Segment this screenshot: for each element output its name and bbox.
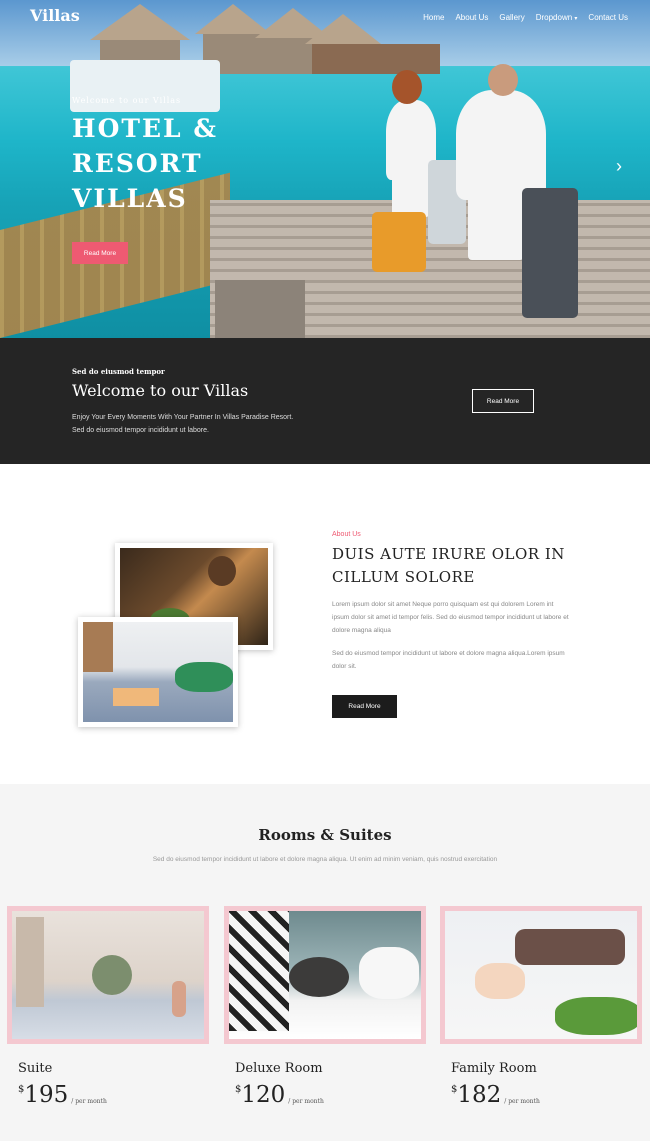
about-photo-bedroom (78, 617, 238, 727)
about-paragraph: Sed do eiusmod tempor incididunt ut labo… (332, 650, 565, 670)
hero-slider: Villas Home About Us Gallery Dropdown ▾ … (0, 0, 650, 338)
welcome-line: Sed do eiusmod tempor incididunt ut labo… (72, 427, 209, 434)
room-name[interactable]: Deluxe Room (235, 1061, 323, 1076)
price-amount: 195 (24, 1082, 69, 1108)
about-read-more-button[interactable]: Read More (332, 695, 397, 718)
green-pillow (555, 997, 637, 1035)
room-price: $ 120 / per month (235, 1082, 324, 1108)
welcome-read-more-button[interactable]: Read More (472, 389, 534, 413)
about-kicker: About Us (332, 531, 361, 538)
price-amount: 120 (241, 1082, 286, 1108)
guitar (172, 981, 186, 1017)
man-figure (456, 90, 546, 200)
baby (475, 963, 525, 999)
room-name[interactable]: Family Room (451, 1061, 537, 1076)
white-pillow (359, 947, 419, 999)
hero-title-line: RESORT (72, 149, 203, 178)
price-period: / per month (71, 1098, 107, 1105)
woman-head (392, 70, 422, 104)
price-period: / per month (504, 1098, 540, 1105)
welcome-kicker: Sed do eiusmod tempor (72, 367, 165, 376)
room-card-image[interactable] (7, 906, 209, 1044)
hero-title: HOTEL & RESORT VILLAS (72, 111, 242, 216)
hero-text: Welcome to our Villas HOTEL & RESORT VIL… (72, 96, 242, 216)
orange-suitcase (372, 212, 426, 272)
room-name[interactable]: Suite (18, 1061, 52, 1076)
hero-dock-side (215, 280, 305, 338)
price-amount: 182 (457, 1082, 502, 1108)
top-navbar: Villas Home About Us Gallery Dropdown ▾ … (0, 0, 650, 36)
nav-dropdown-label: Dropdown (535, 13, 573, 22)
woman-skirt (392, 172, 430, 217)
nav-about-us[interactable]: About Us (455, 13, 488, 22)
welcome-line: Enjoy Your Every Moments With Your Partn… (72, 414, 294, 421)
chevron-down-icon: ▾ (574, 16, 578, 22)
room-card-image[interactable] (440, 906, 642, 1044)
room-price: $ 195 / per month (18, 1082, 107, 1108)
woman-hair (208, 556, 236, 586)
about-title: DUIS AUTE IRURE OLOR IN CILLUM SOLORE (332, 545, 565, 586)
person-hair (289, 957, 349, 997)
hero-kicker: Welcome to our Villas (72, 96, 182, 105)
door (83, 622, 113, 672)
breakfast-tray (113, 688, 159, 706)
chevron-right-icon[interactable]: › (616, 156, 622, 177)
room-card-image[interactable] (224, 906, 426, 1044)
room-price: $ 182 / per month (451, 1082, 540, 1108)
man-head (488, 64, 518, 96)
nav-home[interactable]: Home (423, 13, 444, 22)
hero-read-more-button[interactable]: Read More (72, 242, 128, 264)
bookshelf (16, 917, 44, 1007)
welcome-text: Enjoy Your Every Moments With Your Partn… (72, 411, 332, 437)
rooms-title: Rooms & Suites (258, 826, 392, 844)
welcome-band: Sed do eiusmod tempor Welcome to our Vil… (0, 338, 650, 464)
welcome-title: Welcome to our Villas (72, 381, 249, 400)
nav-dropdown[interactable]: Dropdown ▾ (536, 13, 578, 22)
patterned-pillow (229, 911, 289, 1031)
person-sweater (175, 662, 233, 692)
nav-gallery[interactable]: Gallery (499, 13, 524, 22)
about-paragraph: Lorem ipsum dolor sit amet Neque porro q… (332, 601, 569, 634)
hero-title-line: HOTEL & (72, 114, 218, 143)
man-shorts (468, 192, 524, 260)
nav-contact-us[interactable]: Contact Us (588, 13, 628, 22)
grey-suitcase (522, 188, 578, 318)
person-on-bed (92, 955, 132, 995)
villa-hut (312, 44, 440, 74)
main-menu: Home About Us Gallery Dropdown ▾ Contact… (423, 13, 628, 22)
site-logo[interactable]: Villas (30, 6, 80, 25)
hero-title-line: VILLAS (72, 184, 188, 213)
brown-pillow (515, 929, 625, 965)
price-period: / per month (288, 1098, 324, 1105)
rooms-subtitle: Sed do eiusmod tempor incididunt ut labo… (152, 856, 498, 863)
